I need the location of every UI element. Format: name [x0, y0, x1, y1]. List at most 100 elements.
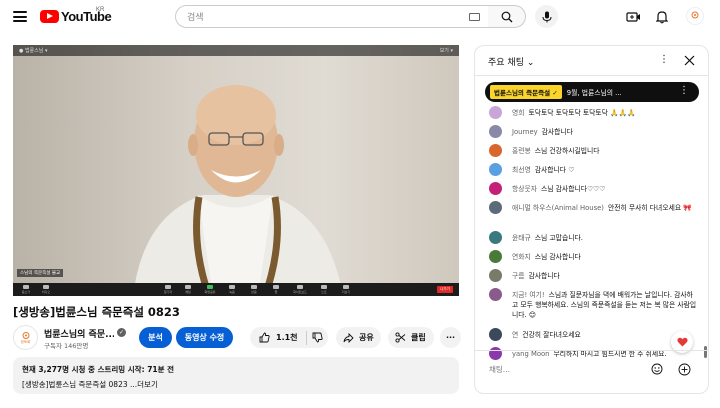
- message-text: 감사합니다: [528, 272, 560, 280]
- message-text: 감사합니다: [541, 128, 573, 136]
- avatar: [489, 106, 502, 119]
- share-icon: [343, 332, 354, 343]
- speaker-figure: [133, 85, 343, 296]
- zoom-control-label: 화이트보드: [293, 290, 307, 294]
- verified-icon: ✓: [117, 328, 126, 337]
- zoom-control-label: 노트: [321, 290, 327, 294]
- zoom-control-label: 화면공유: [204, 290, 216, 294]
- voice-search-button[interactable]: [535, 5, 558, 28]
- message-author: 연화지: [512, 253, 531, 261]
- people-icon: [165, 285, 171, 289]
- dislike-button[interactable]: [307, 332, 327, 343]
- zoom-whiteboard-control: 화이트보드: [293, 285, 307, 294]
- clip-label: 클립: [411, 333, 426, 342]
- create-button[interactable]: [625, 8, 642, 25]
- close-icon[interactable]: [684, 55, 695, 66]
- zoom-record-control: 녹음: [225, 285, 239, 294]
- heart-icon: [676, 337, 688, 347]
- message-author: 구름: [512, 272, 525, 280]
- zoom-mute-control: 음소거: [19, 285, 33, 294]
- clip-button[interactable]: 클립: [388, 327, 434, 348]
- zoom-chat-control: 채팅: [181, 285, 195, 294]
- thumbs-down-icon: [312, 332, 323, 343]
- zoom-speaker-indicator: ● 법륜스님 ▾: [19, 48, 48, 54]
- search-input[interactable]: [187, 11, 447, 22]
- zoom-end-label: 나가기: [440, 287, 450, 291]
- avatar: [489, 250, 502, 263]
- search-box[interactable]: [175, 5, 489, 28]
- zoom-control-label: 앱: [274, 290, 278, 294]
- video-player[interactable]: ● 법륜스님 ▾ 보기 ▾ 스님의 즉문즉설 불교 음소거 비디오 참가자 채팅…: [13, 45, 459, 296]
- chat-header: 주요 채팅 ⌄ ⋮: [475, 46, 708, 76]
- zoom-apps-control: 앱: [269, 285, 283, 294]
- more-actions-button[interactable]: ···: [440, 327, 461, 348]
- emoji-icon[interactable]: [651, 363, 663, 375]
- message-text: 건강히 잘다녀오세요: [522, 331, 581, 339]
- zoom-view-menu[interactable]: 보기 ▾: [440, 47, 453, 54]
- add-icon[interactable]: [678, 363, 691, 376]
- region-code: KR: [96, 7, 105, 13]
- like-button[interactable]: [254, 332, 274, 343]
- lotus-logo-icon: [22, 331, 29, 339]
- avatar: [489, 328, 502, 341]
- zoom-control-label: 음소거: [21, 290, 31, 294]
- chat-input[interactable]: 채팅...: [489, 364, 669, 375]
- avatar: [489, 125, 502, 138]
- zoom-end-button: 나가기: [437, 286, 453, 293]
- whiteboard-icon: [297, 285, 303, 289]
- notifications-button[interactable]: [653, 8, 670, 25]
- more-vertical-icon[interactable]: ⋮: [679, 85, 689, 96]
- mic-icon: [23, 285, 29, 289]
- mic-icon: [542, 11, 551, 22]
- share-button[interactable]: 공유: [336, 327, 381, 348]
- scissors-icon: [395, 332, 406, 343]
- zoom-control-label: 반응: [251, 290, 257, 294]
- message-text: 토닥토닥 토닥토닥 토닥토닥 🙏🙏🙏: [528, 109, 636, 117]
- search-icon: [501, 11, 512, 22]
- message-text: 스님 건강하시길빕니다: [534, 147, 600, 155]
- like-dislike-group: 1.1천: [250, 327, 328, 348]
- more-vertical-icon[interactable]: ⋮: [659, 54, 669, 65]
- video-title: [생방송]법륜스님 즉문즉설 0823: [13, 305, 180, 319]
- message-text: 스님 감사합니다♡♡♡: [541, 185, 606, 193]
- more-horizontal-icon: ···: [445, 333, 456, 342]
- message-author: Journey: [512, 128, 538, 136]
- reaction-icon: [251, 285, 257, 289]
- bell-icon: [655, 10, 668, 23]
- avatar: [489, 201, 502, 214]
- channel-avatar[interactable]: 정토회: [13, 325, 38, 350]
- avatar: [489, 144, 502, 157]
- pinned-author-badge: 법륜스님의 즉문즉설 ✓: [490, 85, 562, 99]
- menu-icon[interactable]: [13, 11, 27, 22]
- share-label: 공유: [359, 333, 374, 342]
- notes-icon: [321, 285, 327, 289]
- lotus-logo-icon: [691, 11, 699, 19]
- zoom-video-control: 비디오: [39, 285, 53, 294]
- edit-video-button[interactable]: 동영상 수정: [176, 327, 233, 348]
- channel-name[interactable]: 법륜스님의 즉문...: [44, 327, 114, 340]
- message-author: 연: [512, 331, 519, 339]
- pinned-message[interactable]: 법륜스님의 즉문즉설 ✓ 9월, 법륜스님의 ... ⋮: [485, 82, 699, 102]
- masthead: YouTube KR: [0, 0, 720, 34]
- thumbs-up-icon: [259, 332, 270, 343]
- avatar: [489, 269, 502, 282]
- chat-mode-selector[interactable]: 주요 채팅 ⌄: [488, 55, 534, 68]
- message-text: 감사합니다 ♡: [534, 166, 575, 174]
- zoom-control-label: 참가자: [163, 290, 173, 294]
- keyboard-icon[interactable]: [469, 13, 480, 21]
- account-avatar[interactable]: [686, 7, 704, 25]
- message-author: 지금! 여기!: [512, 291, 545, 299]
- zoom-control-label: 비디오: [41, 290, 51, 294]
- zoom-reactions-control: 반응: [247, 285, 261, 294]
- zoom-share-control: 화면공유: [203, 285, 217, 294]
- zoom-top-bar: ● 법륜스님 ▾ 보기 ▾: [13, 45, 459, 56]
- like-count: 1.1천: [276, 333, 298, 342]
- view-stats: 현재 3,277명 시청 중 스트리밍 시작: 71분 전: [22, 365, 175, 374]
- search-button[interactable]: [488, 5, 526, 28]
- avatar: [489, 163, 502, 176]
- analytics-button[interactable]: 분석: [139, 327, 172, 348]
- description-preview[interactable]: [생방송]법륜스님 즉문즉설 0823 ...더보기: [22, 379, 450, 390]
- description-box[interactable]: 현재 3,277명 시청 중 스트리밍 시작: 71분 전 [생방송]법륜스님 …: [13, 357, 459, 394]
- live-chat-panel: 주요 채팅 ⌄ ⋮ 법륜스님의 즉문즉설 ✓ 9월, 법륜스님의 ... ⋮ 영…: [474, 45, 709, 394]
- message-author: 윤태규: [512, 234, 531, 242]
